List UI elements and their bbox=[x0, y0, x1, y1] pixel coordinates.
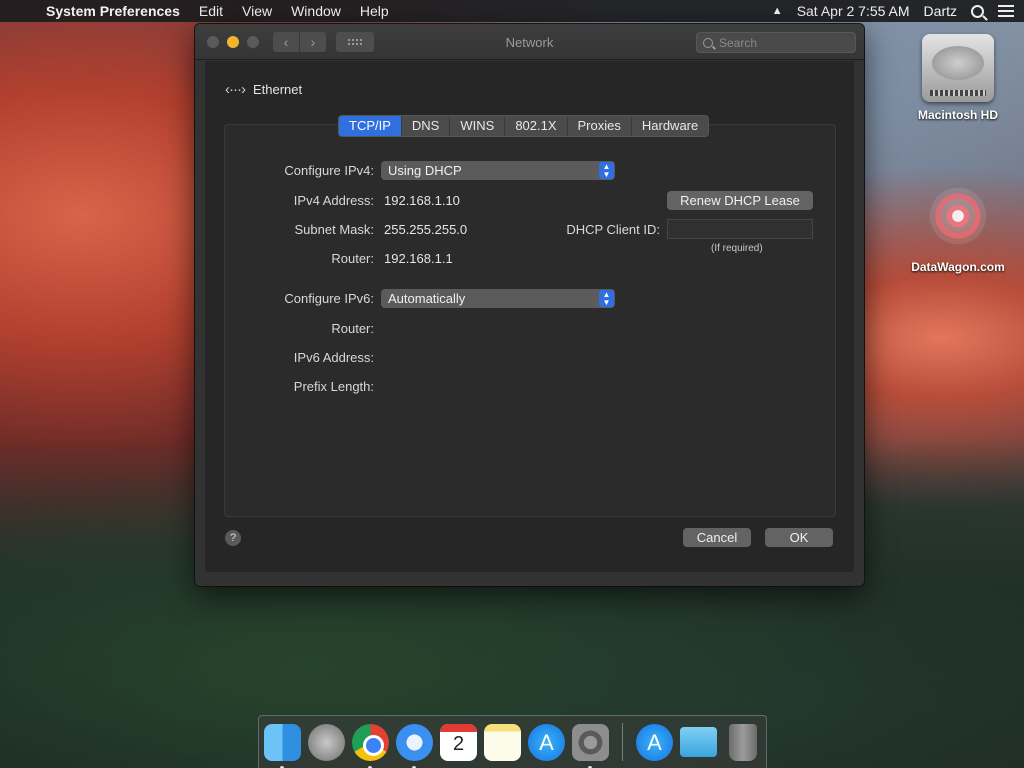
notes-icon[interactable] bbox=[484, 723, 521, 761]
search-placeholder: Search bbox=[719, 35, 758, 50]
menu-edit[interactable]: Edit bbox=[199, 3, 223, 19]
dock-separator bbox=[622, 723, 623, 761]
tab-hardware[interactable]: Hardware bbox=[632, 116, 708, 136]
ipv4-router-label: Router: bbox=[331, 251, 374, 266]
subnet-mask-label: Subnet Mask: bbox=[294, 222, 375, 237]
ethernet-icon: ‹···› bbox=[225, 81, 246, 98]
ipv4-address-label: IPv4 Address: bbox=[293, 193, 374, 208]
configure-ipv6-value: Automatically bbox=[388, 291, 466, 306]
dhcp-client-id-label: DHCP Client ID: bbox=[566, 222, 660, 237]
app-store-icon[interactable]: A bbox=[528, 723, 565, 761]
configure-ipv4-select[interactable]: Using DHCP ▲ ▼ bbox=[381, 161, 615, 180]
menu-help[interactable]: Help bbox=[360, 3, 389, 19]
launchpad-icon[interactable] bbox=[308, 723, 345, 761]
dock: 2 A A bbox=[258, 715, 767, 768]
desktop-icon-label: DataWagon.com bbox=[911, 260, 1005, 274]
prefix-length-label: Prefix Length: bbox=[293, 379, 374, 394]
menu-bar: System Preferences Edit View Window Help… bbox=[0, 0, 1024, 22]
tab-proxies[interactable]: Proxies bbox=[568, 116, 632, 136]
tab-dns[interactable]: DNS bbox=[402, 116, 451, 136]
chevron-updown-icon: ▲ ▼ bbox=[599, 290, 614, 307]
desktop-icon-label: Macintosh HD bbox=[917, 108, 998, 122]
system-preferences-icon[interactable] bbox=[572, 723, 609, 768]
menu-clock[interactable]: Sat Apr 2 7:55 AM bbox=[797, 3, 910, 19]
tab-wins[interactable]: WINS bbox=[450, 116, 506, 136]
datawagon-logo-icon bbox=[919, 176, 997, 256]
ok-button[interactable]: OK bbox=[765, 528, 833, 547]
menu-view[interactable]: View bbox=[242, 3, 272, 19]
configure-ipv6-label: Configure IPv6: bbox=[284, 291, 374, 306]
downloads-folder-icon[interactable] bbox=[680, 727, 717, 757]
chevron-updown-icon: ▲ ▼ bbox=[599, 162, 614, 179]
ipv4-address-value: 192.168.1.10 bbox=[384, 193, 460, 208]
dhcp-client-id-field[interactable] bbox=[667, 219, 813, 239]
tab-802-1x[interactable]: 802.1X bbox=[505, 116, 568, 136]
tab-tcp-ip[interactable]: TCP/IP bbox=[339, 116, 402, 136]
eject-icon[interactable]: ▲ bbox=[772, 5, 783, 17]
cancel-button[interactable]: Cancel bbox=[683, 528, 751, 547]
interface-header: ‹···› Ethernet bbox=[225, 81, 302, 98]
hard-drive-icon bbox=[922, 34, 994, 102]
dhcp-client-id-hint: (If required) bbox=[711, 243, 763, 254]
window-content: ‹···› Ethernet TCP/IP DNS WINS 802.1X Pr… bbox=[205, 61, 854, 572]
ipv6-router-label: Router: bbox=[331, 321, 374, 336]
menu-user[interactable]: Dartz bbox=[924, 3, 957, 19]
menu-app-name[interactable]: System Preferences bbox=[46, 3, 180, 19]
calendar-day: 2 bbox=[452, 732, 465, 755]
desktop-icon-macintosh-hd[interactable]: Macintosh HD bbox=[906, 34, 1010, 122]
ipv4-router-value: 192.168.1.1 bbox=[384, 251, 453, 266]
calendar-icon[interactable]: 2 bbox=[440, 723, 477, 761]
spotlight-icon[interactable] bbox=[971, 4, 984, 18]
finder-icon[interactable] bbox=[264, 723, 301, 768]
search-field[interactable]: Search bbox=[696, 32, 856, 53]
configure-ipv6-select[interactable]: Automatically ▲ ▼ bbox=[381, 289, 615, 308]
interface-name: Ethernet bbox=[252, 82, 303, 97]
window-titlebar[interactable]: ‹ › Network Search bbox=[195, 24, 864, 60]
renew-dhcp-lease-button[interactable]: Renew DHCP Lease bbox=[667, 191, 813, 210]
search-icon bbox=[703, 37, 713, 48]
safari-icon[interactable] bbox=[396, 723, 433, 768]
configure-ipv4-value: Using DHCP bbox=[388, 163, 462, 178]
tab-bar: TCP/IP DNS WINS 802.1X Proxies Hardware bbox=[338, 115, 710, 137]
desktop-icon-datawagon[interactable]: DataWagon.com bbox=[900, 176, 1016, 274]
help-button[interactable]: ? bbox=[225, 530, 241, 546]
ipv6-address-label: IPv6 Address: bbox=[293, 350, 374, 365]
subnet-mask-value: 255.255.255.0 bbox=[384, 222, 468, 237]
chrome-icon[interactable] bbox=[352, 723, 389, 768]
network-preferences-window: ‹ › Network Search ‹···› Ethernet TCP/IP… bbox=[195, 24, 864, 586]
app-store-icon[interactable]: A bbox=[636, 723, 673, 761]
trash-icon[interactable] bbox=[729, 723, 757, 761]
menu-window[interactable]: Window bbox=[291, 3, 341, 19]
configure-ipv4-label: Configure IPv4: bbox=[284, 163, 374, 178]
notification-center-icon[interactable] bbox=[998, 5, 1014, 17]
